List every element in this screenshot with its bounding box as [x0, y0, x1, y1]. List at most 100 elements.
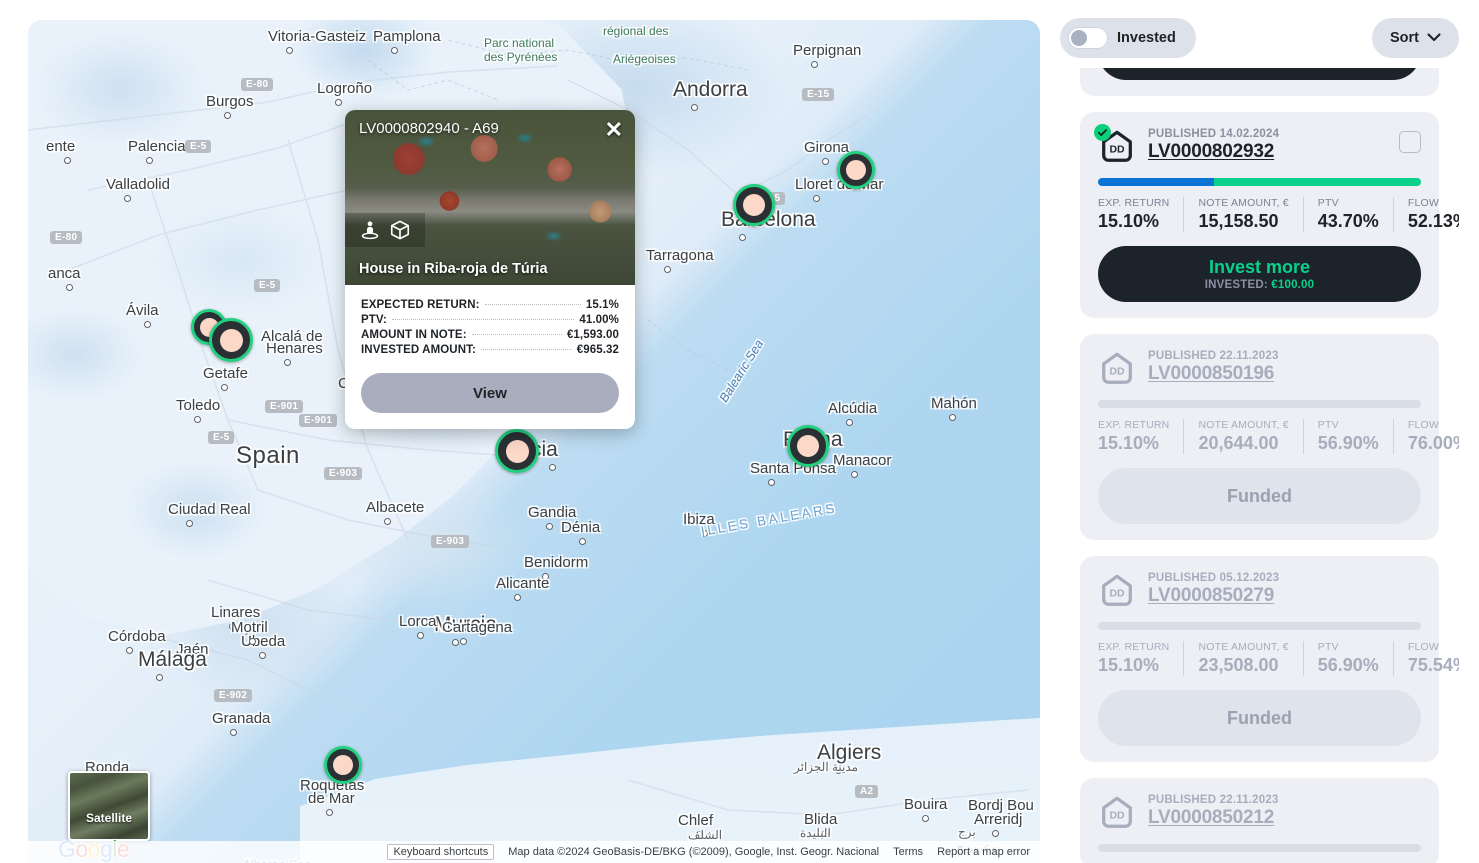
- published-date: PUBLISHED 14.02.2024: [1148, 128, 1280, 140]
- popup-detail-row: INVESTED AMOUNT: €965.32: [361, 344, 619, 356]
- streetview-icon[interactable]: [359, 219, 381, 241]
- map-city-dot: [224, 112, 231, 119]
- stat-value: 56.90%: [1317, 655, 1379, 675]
- map-city-dot: [822, 830, 829, 837]
- investment-card[interactable]: DD PUBLISHED 05.12.2023 LV0000850279 EXP. R…: [1080, 556, 1459, 762]
- report-map-error-link[interactable]: Report a map error: [937, 846, 1030, 858]
- map-city-dot: [986, 816, 993, 823]
- loan-id-link[interactable]: LV0000850279: [1148, 585, 1274, 607]
- satellite-toggle-button[interactable]: Satellite: [68, 771, 150, 841]
- photo-view-controls[interactable]: [345, 213, 425, 247]
- stat-value: 15.10%: [1098, 211, 1160, 231]
- stat-label: NOTE AMOUNT, €: [1198, 419, 1289, 431]
- stat-value: 52.13%: [1407, 211, 1459, 231]
- highway-shield: E-80: [50, 231, 83, 244]
- close-icon[interactable]: ✕: [605, 119, 623, 141]
- marker-core: [846, 160, 866, 180]
- verified-check-icon: [1094, 124, 1111, 141]
- stat-cell: EXP. RETURN 15.10%: [1098, 641, 1183, 676]
- map-city-dot: [813, 195, 820, 202]
- highway-shield: E-903: [431, 535, 470, 548]
- cube-3d-icon[interactable]: [389, 219, 411, 241]
- cards-scroll-area[interactable]: Invest moreINVESTED: €100.00DDPUBLISHED …: [1060, 68, 1459, 863]
- stat-cell: NOTE AMOUNT, € 20,644.00: [1183, 419, 1302, 454]
- toggle-knob: [1071, 30, 1087, 46]
- stat-cell: NOTE AMOUNT, € 23,508.00: [1183, 641, 1302, 676]
- sort-button[interactable]: Sort: [1372, 18, 1459, 58]
- investment-card[interactable]: DD PUBLISHED 14.02.2024 LV0000802932 EXP. R…: [1080, 112, 1459, 318]
- map-property-marker[interactable]: [733, 184, 775, 226]
- stat-cell: PTV 56.90%: [1302, 641, 1393, 676]
- card-stats: EXP. RETURN 15.10% NOTE AMOUNT, € 23,508.00…: [1098, 641, 1459, 676]
- map-city-dot: [144, 321, 151, 328]
- map-city-dot: [701, 530, 708, 537]
- stat-value: 15.10%: [1098, 655, 1160, 675]
- highway-shield: E-5: [185, 140, 212, 153]
- invested-filter-toggle[interactable]: Invested: [1060, 18, 1196, 58]
- popup-detail-row: AMOUNT IN NOTE: €1,593.00: [361, 329, 619, 341]
- stat-label: NOTE AMOUNT, €: [1198, 197, 1289, 209]
- stat-cell: EXP. RETURN 15.10%: [1098, 197, 1183, 232]
- investment-card[interactable]: Invest moreINVESTED: €100.00: [1080, 68, 1439, 96]
- stat-label: NOTE AMOUNT, €: [1198, 641, 1289, 653]
- map-property-marker[interactable]: [787, 425, 829, 467]
- popup-detail-leader: [480, 349, 572, 350]
- loan-id-link[interactable]: LV0000850212: [1148, 807, 1274, 829]
- highway-shield: E-901: [299, 414, 338, 427]
- map-city-dot: [391, 47, 398, 54]
- invest-more-button[interactable]: Invest moreINVESTED: €100.00: [1098, 246, 1421, 302]
- published-date: PUBLISHED 22.11.2023: [1148, 794, 1279, 806]
- popup-detail-value: €1,593.00: [566, 329, 619, 341]
- cta-invested-amount: €100.00: [1271, 279, 1315, 291]
- keyboard-shortcuts-button[interactable]: Keyboard shortcuts: [387, 844, 495, 860]
- stat-label: FLOW: [1407, 641, 1439, 653]
- popup-detail-key: INVESTED AMOUNT:: [361, 344, 476, 356]
- map-city-dot: [124, 195, 131, 202]
- map-city-dot: [846, 419, 853, 426]
- loan-id-link[interactable]: LV0000850196: [1148, 363, 1274, 385]
- stat-value: 20,644.00: [1198, 433, 1279, 453]
- invest-more-button[interactable]: Invest moreINVESTED: €100.00: [1098, 68, 1421, 80]
- popup-details: EXPECTED RETURN: 15.1% PTV: 41.00% AMOUNT IN…: [345, 285, 635, 429]
- satellite-toggle-label: Satellite: [85, 811, 133, 825]
- map-city-dot: [66, 284, 73, 291]
- map-city-dot: [384, 518, 391, 525]
- highway-shield: E-901: [265, 400, 304, 413]
- cta-title: Funded: [1227, 485, 1292, 506]
- card-stats: EXP. RETURN 15.10% NOTE AMOUNT, € 20,644.00…: [1098, 419, 1459, 454]
- map-city-dot: [851, 471, 858, 478]
- marker-core: [743, 194, 765, 216]
- map-property-marker[interactable]: [837, 151, 875, 189]
- map-attribution-bar: Keyboard shortcuts Map data ©2024 GeoBas…: [28, 841, 1040, 863]
- card-header: DD PUBLISHED 22.11.2023 LV0000850212: [1098, 794, 1421, 832]
- loan-id-link[interactable]: LV0000802932: [1148, 141, 1274, 163]
- stat-value: 43.70%: [1317, 211, 1379, 231]
- popup-detail-key: PTV:: [361, 314, 387, 326]
- cta-title: Invest more: [1208, 257, 1311, 277]
- investment-card[interactable]: DD PUBLISHED 22.11.2023 LV0000850212: [1080, 778, 1439, 863]
- view-button[interactable]: View: [361, 373, 619, 413]
- progress-segment-available: [1214, 178, 1421, 186]
- highway-shield: E-15: [802, 88, 835, 101]
- map-city-dot: [691, 104, 698, 111]
- stat-label: FLOW: [1407, 419, 1439, 431]
- map-property-marker[interactable]: [495, 429, 539, 473]
- card-header-text: PUBLISHED 14.02.2024 LV0000802932: [1148, 128, 1387, 163]
- stat-cell: NOTE AMOUNT, € 15,158.50: [1183, 197, 1302, 232]
- map-city-dot: [229, 623, 236, 630]
- terms-link[interactable]: Terms: [893, 846, 923, 858]
- investment-card[interactable]: DD PUBLISHED 22.11.2023 LV0000850196 EXP. R…: [1080, 334, 1459, 540]
- sidebar-toolbar: Invested Sort: [1060, 18, 1459, 58]
- card-header: DD PUBLISHED 14.02.2024 LV0000802932: [1094, 124, 1421, 166]
- map-property-marker[interactable]: [324, 746, 362, 784]
- property-info-popup[interactable]: LV0000802940 - A69 ✕ House in Riba-roja …: [345, 110, 635, 429]
- map-property-marker[interactable]: [209, 318, 253, 362]
- map-city-dot: [549, 464, 556, 471]
- investments-sidebar[interactable]: Invest moreINVESTED: €100.00DDPUBLISHED …: [1040, 0, 1479, 863]
- stat-label: EXP. RETURN: [1098, 641, 1170, 653]
- map-city-dot: [64, 157, 71, 164]
- select-card-checkbox[interactable]: [1399, 131, 1421, 153]
- highway-shield: E-903: [324, 467, 363, 480]
- toggle-switch[interactable]: [1068, 27, 1108, 49]
- map-city-dot: [146, 157, 153, 164]
